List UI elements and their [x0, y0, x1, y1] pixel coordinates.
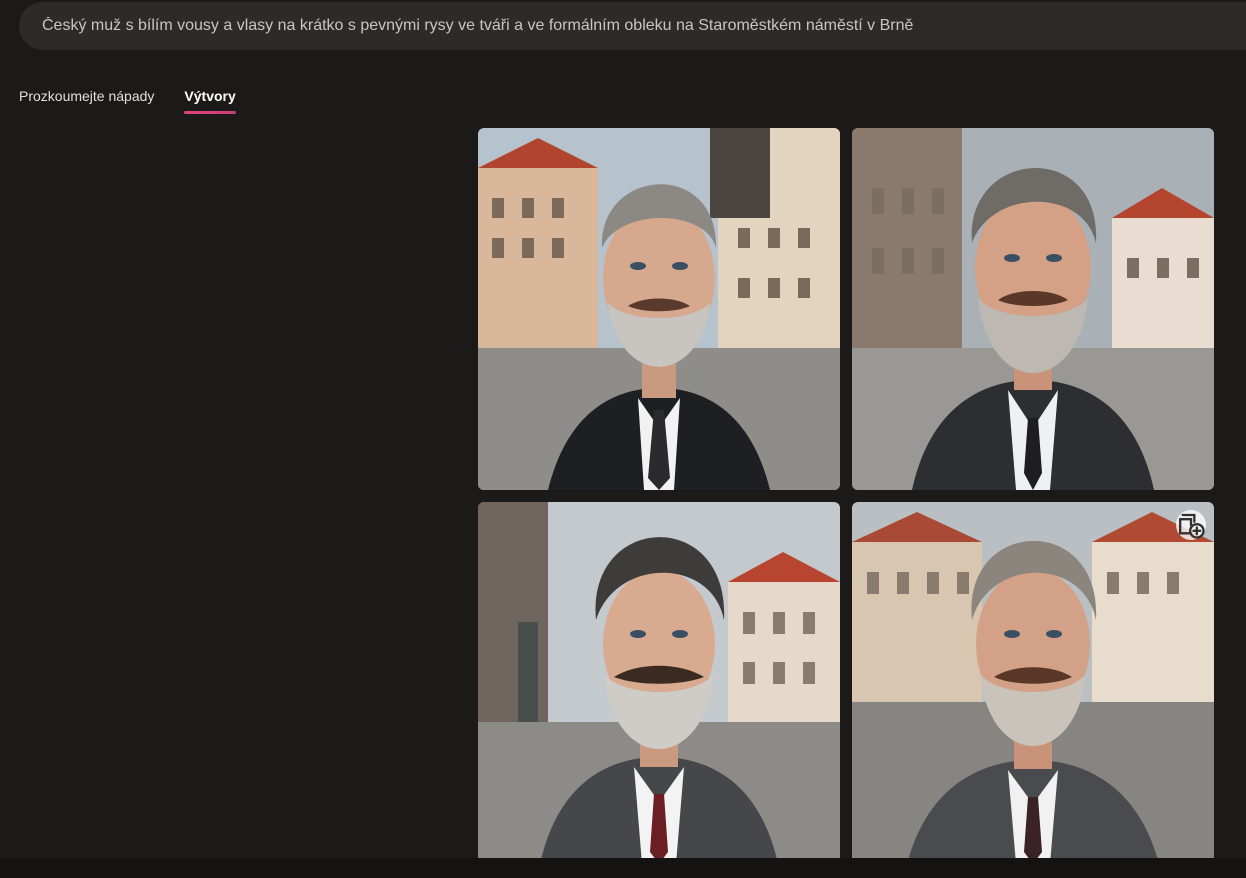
add-to-collection-icon	[1179, 513, 1205, 539]
generated-image-2[interactable]	[852, 128, 1214, 490]
tab-explore-ideas[interactable]: Prozkoumejte nápady	[19, 88, 154, 114]
portrait-image	[852, 128, 1214, 490]
search-bar[interactable]	[19, 2, 1246, 50]
tab-creations[interactable]: Výtvory	[184, 88, 237, 114]
prompt-input[interactable]	[40, 16, 1244, 36]
generated-image-1[interactable]	[478, 128, 840, 490]
tab-bar: Prozkoumejte nápady Výtvory	[19, 88, 237, 114]
portrait-image	[478, 502, 840, 864]
bottom-bar	[0, 858, 1246, 878]
generated-image-4[interactable]	[852, 502, 1214, 864]
image-creator-page: Prozkoumejte nápady Výtvory	[0, 0, 1246, 878]
portrait-image	[852, 502, 1214, 864]
generated-image-3[interactable]	[478, 502, 840, 864]
portrait-image	[478, 128, 840, 490]
add-to-collection-button[interactable]	[1176, 510, 1206, 540]
